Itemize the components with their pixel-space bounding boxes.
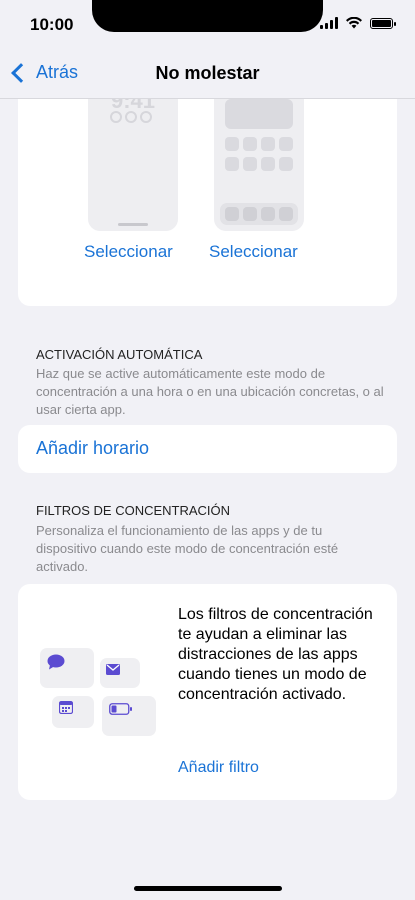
message-bubble-icon — [47, 654, 65, 670]
lock-screen-preview[interactable]: 9:41 — [88, 99, 178, 231]
messages-tile — [40, 648, 94, 688]
battery-icon — [370, 17, 396, 29]
settings-scroll-area[interactable]: 9:41 Seleccionar Seleccionar ACTIVACIÓN … — [0, 99, 415, 900]
signal-icon — [320, 17, 338, 29]
add-filter-button[interactable]: Añadir filtro — [178, 759, 259, 777]
page-title: No molestar — [155, 63, 260, 83]
battery-tile — [102, 696, 156, 736]
home-indicator[interactable] — [134, 886, 282, 891]
status-time: 10:00 — [30, 15, 74, 34]
screen-preview-card: 9:41 Seleccionar Seleccionar — [18, 99, 397, 306]
focus-filters-info: Los filtros de concentración te ayudan a… — [178, 606, 373, 703]
notch — [92, 0, 323, 32]
add-schedule-row[interactable]: Añadir horario — [18, 425, 397, 473]
mail-icon — [106, 664, 120, 675]
home-screen-preview[interactable] — [214, 99, 304, 231]
select-home-screen-button[interactable]: Seleccionar — [209, 242, 298, 262]
status-bar: 10:00 — [0, 0, 415, 50]
nav-bar: Atrás No molestar — [0, 50, 415, 99]
auto-activation-header: ACTIVACIÓN AUTOMÁTICA — [36, 347, 203, 362]
focus-filters-card: Los filtros de concentración te ayudan a… — [18, 584, 397, 800]
low-battery-icon — [109, 703, 132, 715]
focus-filters-header: FILTROS DE CONCENTRACIÓN — [36, 503, 231, 518]
status-icons — [320, 17, 396, 29]
calendar-icon — [59, 701, 73, 714]
add-schedule-button[interactable]: Añadir horario — [36, 438, 149, 459]
mail-tile — [100, 658, 140, 688]
focus-filters-description: Personaliza el funcionamiento de las app… — [36, 523, 339, 574]
auto-activation-description: Haz que se active automáticamente este m… — [36, 366, 384, 417]
wifi-icon — [346, 17, 362, 29]
calendar-tile — [52, 696, 94, 728]
select-lock-screen-button[interactable]: Seleccionar — [84, 242, 173, 262]
lock-widgets — [110, 111, 152, 123]
lock-home-bar — [118, 223, 148, 226]
